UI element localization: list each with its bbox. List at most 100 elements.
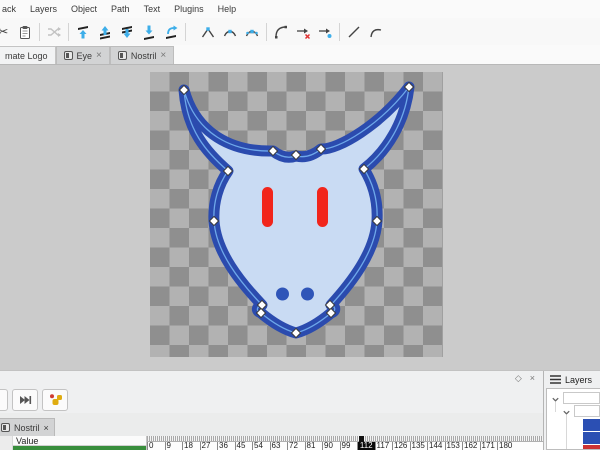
partial-button[interactable] — [0, 389, 8, 411]
current-frame-indicator[interactable]: 112 — [357, 442, 375, 450]
layer-color-swatch[interactable] — [583, 419, 600, 431]
make-segment-curved-icon[interactable] — [270, 21, 292, 43]
frame-label: 126 — [392, 442, 410, 450]
frame-label: 153 — [445, 442, 463, 450]
tab-label: Nostril — [14, 423, 40, 433]
timeline-panel-header: ◇ × — [0, 371, 543, 386]
frame-label: 9 — [165, 442, 183, 450]
frame-label: 0 — [147, 442, 165, 450]
timeline-tab-bar: Nostril × — [0, 413, 543, 436]
composition-icon — [1, 423, 10, 432]
record-keyframe-button[interactable] — [42, 389, 68, 411]
toolbar-separator — [266, 23, 267, 41]
close-icon[interactable]: × — [96, 51, 102, 60]
make-node-symmetric-icon[interactable] — [241, 21, 263, 43]
straight-segment-icon[interactable] — [343, 21, 365, 43]
hamburger-menu-icon[interactable] — [550, 375, 561, 384]
tab-nostril[interactable]: Nostril × — [110, 46, 174, 64]
float-panel-icon[interactable]: ◇ — [515, 373, 522, 384]
toolbar-separator — [339, 23, 340, 41]
playhead-marker[interactable] — [359, 436, 364, 442]
layers-tree[interactable] — [546, 388, 600, 450]
frame-label: 72 — [287, 442, 305, 450]
head-shape[interactable] — [184, 87, 409, 333]
frame-label: 45 — [235, 442, 253, 450]
glaxnimate-window: ack Layers Object Path Text Plugins Help… — [0, 0, 600, 450]
value-column-header: Value — [13, 436, 146, 446]
close-panel-icon[interactable]: × — [530, 373, 535, 383]
keyframe-track[interactable] — [13, 446, 146, 450]
frame-label: 117 — [375, 442, 393, 450]
frame-ruler[interactable]: 0 9 18 27 36 45 54 63 72 81 90 99 112 11… — [147, 436, 543, 450]
menu-plugins[interactable]: Plugins — [167, 4, 211, 14]
layer-color-swatch[interactable] — [583, 445, 600, 450]
tab-label: mate Logo — [5, 51, 48, 61]
lower-icon[interactable] — [116, 21, 138, 43]
shuffle-icon — [43, 21, 65, 43]
frame-label: 171 — [480, 442, 498, 450]
layers-panel-header: Layers — [544, 371, 600, 388]
menu-text[interactable]: Text — [137, 4, 168, 14]
tab-main-composition[interactable]: mate Logo — [0, 46, 56, 64]
frame-label: 180 — [497, 442, 515, 450]
menu-object[interactable]: Object — [64, 4, 104, 14]
frame-label: 90 — [322, 442, 340, 450]
raise-icon[interactable] — [94, 21, 116, 43]
ruler-labels[interactable]: 0 9 18 27 36 45 54 63 72 81 90 99 112 11… — [147, 442, 543, 450]
cut-icon[interactable]: ✂ — [0, 21, 14, 43]
tree-connector — [555, 402, 556, 412]
timeline-toolbar — [0, 386, 543, 414]
skip-to-end-button[interactable] — [12, 389, 38, 411]
layers-panel: Layers — [543, 371, 600, 450]
add-node-icon[interactable] — [314, 21, 336, 43]
menu-layers[interactable]: Layers — [23, 4, 64, 14]
layer-color-swatch[interactable] — [583, 432, 600, 444]
right-nostril[interactable] — [301, 288, 314, 301]
left-eye[interactable] — [262, 187, 273, 227]
timeline-content: Value 0 9 18 27 36 45 — [0, 436, 543, 450]
close-icon[interactable]: × — [160, 51, 166, 60]
frame-label: 162 — [462, 442, 480, 450]
frame-label: 81 — [305, 442, 323, 450]
tab-label: Eye — [77, 51, 93, 61]
value-column: Value — [13, 436, 147, 450]
logo-artwork — [0, 65, 600, 370]
menu-bar: ack Layers Object Path Text Plugins Help — [0, 0, 600, 18]
toolbar-separator — [39, 23, 40, 41]
menu-path[interactable]: Path — [104, 4, 137, 14]
frame-label: 135 — [410, 442, 428, 450]
composition-tab-bar: mate Logo Eye × Nostril × — [0, 45, 600, 65]
tab-eye[interactable]: Eye × — [56, 46, 110, 64]
raise-to-top-icon[interactable] — [72, 21, 94, 43]
tab-label: Nostril — [131, 51, 157, 61]
paste-icon[interactable] — [14, 21, 36, 43]
remove-node-icon[interactable] — [292, 21, 314, 43]
toolbar-separator — [68, 23, 69, 41]
menu-playback[interactable]: ack — [0, 4, 23, 14]
right-eye[interactable] — [317, 187, 328, 227]
left-nostril[interactable] — [276, 288, 289, 301]
ruler-ticks[interactable] — [147, 436, 543, 442]
tree-connector — [566, 415, 567, 450]
main-toolbar: ✂ — [0, 18, 600, 45]
close-icon[interactable]: × — [44, 423, 49, 433]
curved-segment-icon[interactable] — [365, 21, 387, 43]
toolbar-separator — [185, 23, 186, 41]
layers-panel-title: Layers — [565, 375, 592, 385]
frame-label: 54 — [252, 442, 270, 450]
menu-help[interactable]: Help — [211, 4, 244, 14]
make-node-corner-icon[interactable] — [197, 21, 219, 43]
timeline-tab-nostril[interactable]: Nostril × — [0, 418, 55, 436]
bottom-dock: ◇ × Nostril × — [0, 370, 600, 450]
frame-label: 36 — [217, 442, 235, 450]
lower-to-bottom-icon[interactable] — [138, 21, 160, 43]
composition-icon — [64, 51, 73, 60]
frame-label: 144 — [427, 442, 445, 450]
composition-icon — [118, 51, 127, 60]
move-layer-icon[interactable] — [160, 21, 182, 43]
canvas-viewport[interactable] — [0, 65, 600, 370]
layer-row-field[interactable] — [574, 405, 600, 417]
frame-label: 99 — [340, 442, 358, 450]
make-node-smooth-icon[interactable] — [219, 21, 241, 43]
layer-row-field[interactable] — [563, 392, 600, 404]
